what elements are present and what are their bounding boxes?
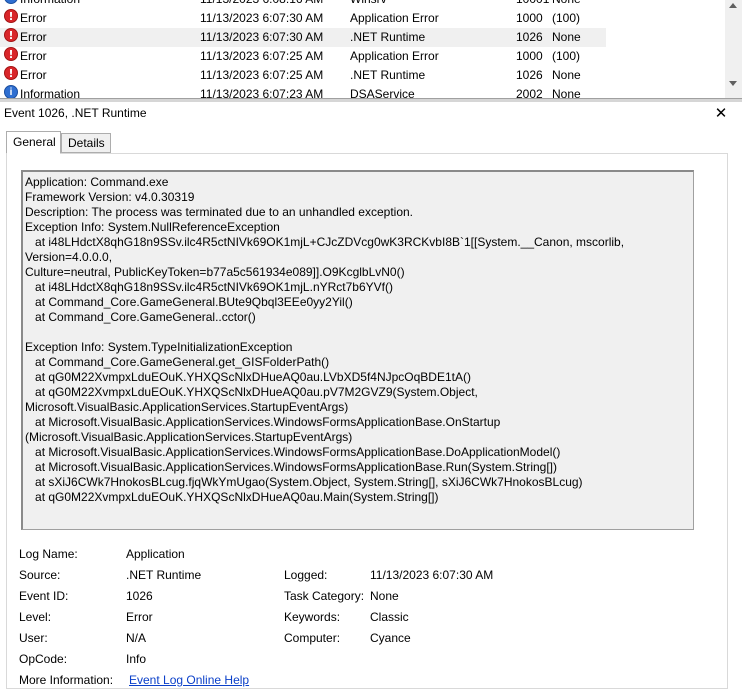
event-date: 11/13/2023 6:07:30 AM	[200, 30, 324, 44]
event-level: Error	[20, 68, 47, 82]
scroll-up-icon[interactable]	[729, 3, 737, 8]
event-date: 11/13/2023 6:07:30 AM	[200, 11, 324, 25]
event-description: Application: Command.exe Framework Versi…	[25, 175, 625, 504]
tab-general[interactable]: General	[6, 131, 61, 154]
tab-details[interactable]: Details	[61, 133, 111, 153]
event-id: 10001	[516, 0, 549, 9]
opcode-label: OpCode:	[19, 652, 68, 666]
event-level: Error	[20, 11, 47, 25]
event-id-label: Event ID:	[19, 589, 69, 603]
level-value: Error	[126, 610, 153, 624]
event-date: 11/13/2023 6:07:23 AM	[200, 87, 324, 98]
event-row[interactable]: Information 11/13/2023 6:07:23 AM DSASer…	[0, 83, 606, 98]
event-log-online-help-link[interactable]: Event Log Online Help	[129, 673, 249, 687]
event-row[interactable]: Error 11/13/2023 6:07:25 AM .NET Runtime…	[0, 64, 606, 85]
event-date: 11/13/2023 6:07:25 AM	[200, 49, 324, 63]
logged-value: 11/13/2023 6:07:30 AM	[370, 568, 494, 582]
more-info-label: More Information:	[19, 673, 114, 687]
log-name-label: Log Name:	[19, 547, 78, 561]
close-icon[interactable]: ✕	[712, 104, 730, 122]
error-icon	[4, 45, 18, 64]
source-value: .NET Runtime	[126, 568, 202, 582]
event-row[interactable]: Error 11/13/2023 6:07:25 AM Application …	[0, 45, 606, 66]
event-row[interactable]: Information 11/13/2023 6:08:16 AM Winsrv…	[0, 0, 606, 9]
event-level: Error	[20, 30, 47, 44]
event-category: None	[552, 30, 581, 44]
logged-label: Logged:	[284, 568, 328, 582]
event-date: 11/13/2023 6:08:16 AM	[200, 0, 323, 9]
event-row-selected[interactable]: Error 11/13/2023 6:07:30 AM .NET Runtime…	[0, 26, 606, 47]
event-source: Application Error	[350, 49, 439, 63]
error-icon	[4, 26, 18, 45]
computer-value: Cyance	[370, 631, 411, 645]
event-source: Winsrv	[350, 0, 387, 9]
event-source: DSAService	[350, 87, 415, 98]
detail-title: Event 1026, .NET Runtime	[4, 106, 147, 120]
event-id: 1026	[516, 30, 543, 44]
keywords-label: Keywords:	[284, 610, 341, 624]
log-name-value: Application	[126, 547, 185, 561]
event-row[interactable]: Error 11/13/2023 6:07:30 AM Application …	[0, 7, 606, 28]
event-id: 1000	[516, 11, 543, 25]
event-level: Information	[20, 87, 81, 98]
event-list-scrollbar[interactable]	[725, 0, 742, 98]
user-value: N/A	[126, 631, 147, 645]
event-source: Application Error	[350, 11, 439, 25]
event-date: 11/13/2023 6:07:25 AM	[200, 68, 324, 82]
event-description-box[interactable]: Application: Command.exe Framework Versi…	[21, 170, 694, 530]
keywords-value: Classic	[370, 610, 409, 624]
opcode-value: Info	[126, 652, 147, 666]
task-category-label: Task Category:	[284, 589, 365, 603]
user-label: User:	[19, 631, 48, 645]
info-icon	[4, 0, 18, 7]
event-id: 1000	[516, 49, 543, 63]
event-level: Error	[20, 49, 47, 63]
event-source: .NET Runtime	[350, 68, 426, 82]
task-category-value: None	[370, 589, 399, 603]
event-category: (100)	[552, 49, 581, 63]
event-list: Information 11/13/2023 6:08:16 AM Winsrv…	[0, 0, 742, 98]
event-category: None	[552, 68, 581, 82]
detail-header: Event 1026, .NET Runtime ✕	[0, 102, 742, 124]
computer-label: Computer:	[284, 631, 341, 645]
event-source: .NET Runtime	[350, 30, 426, 44]
level-label: Level:	[19, 610, 52, 624]
event-id-value: 1026	[126, 589, 153, 603]
event-category: None	[552, 0, 581, 9]
event-id: 1026	[516, 68, 543, 82]
event-level: Information	[20, 0, 80, 9]
source-label: Source:	[19, 568, 61, 582]
error-icon	[4, 64, 18, 83]
info-icon	[4, 83, 18, 98]
error-icon	[4, 7, 18, 26]
event-id: 2002	[516, 87, 543, 98]
event-category: None	[552, 87, 581, 98]
scroll-down-icon[interactable]	[729, 81, 737, 86]
event-category: (100)	[552, 11, 581, 25]
